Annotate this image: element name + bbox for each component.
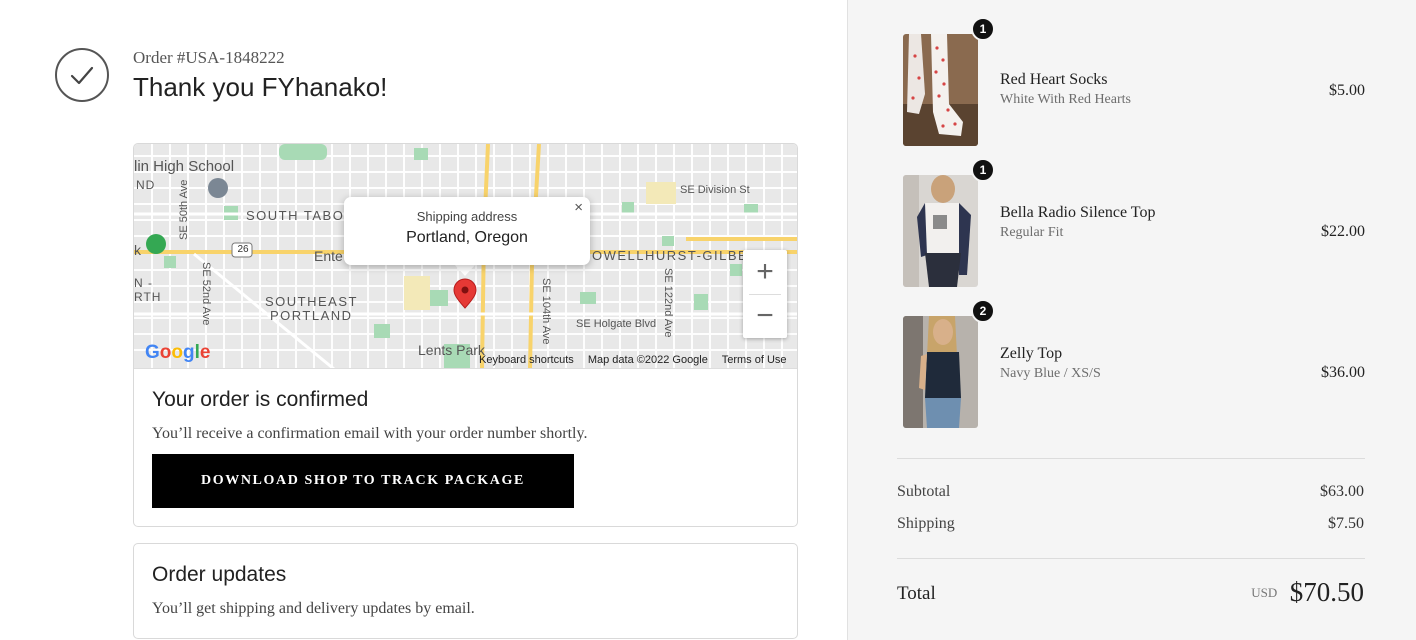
map-label-portland: PORTLAND bbox=[270, 308, 353, 323]
item-variant: Navy Blue / XS/S bbox=[1000, 366, 1101, 381]
popup-address: Portland, Oregon bbox=[406, 229, 528, 246]
subtotal-label: Subtotal bbox=[897, 483, 951, 500]
map-label-nd: ND bbox=[136, 178, 156, 192]
confirmed-title: Your order is confirmed bbox=[152, 388, 369, 411]
product-image bbox=[903, 175, 978, 287]
map-label-south-tabor: SOUTH TABO bbox=[246, 208, 345, 223]
total-value: $70.50 bbox=[1289, 577, 1364, 607]
map-label-k: k bbox=[134, 242, 141, 258]
item-name: Zelly Top bbox=[1000, 345, 1063, 362]
zoom-out-button[interactable]: − bbox=[743, 294, 787, 338]
total-divider bbox=[897, 558, 1365, 559]
quantity-badge: 1 bbox=[971, 17, 995, 41]
map-label-rth: RTH bbox=[134, 290, 162, 304]
map-label-lents-park: Lents Park bbox=[418, 342, 485, 358]
summary-divider bbox=[897, 458, 1365, 459]
order-status-panel: Order #USA-1848222 Thank you FYhanako! l… bbox=[0, 0, 847, 640]
popup-arrow bbox=[454, 264, 476, 276]
terms-of-use-link[interactable]: Terms of Use bbox=[722, 354, 787, 366]
item-price: $36.00 bbox=[1321, 364, 1365, 381]
product-image bbox=[903, 34, 978, 146]
shipping-label: Shipping bbox=[897, 515, 955, 532]
list-item: 1 Bella Radio Silence Top Regular Fit $2… bbox=[903, 158, 1365, 287]
order-summary-panel: 1 Red Heart Socks White With Red Hearts … bbox=[847, 0, 1416, 640]
list-item: 1 Red Heart Socks White With Red Hearts … bbox=[903, 17, 1365, 146]
map-label-se52: SE 52nd Ave bbox=[200, 262, 212, 326]
zoom-divider bbox=[749, 294, 781, 295]
shipping-address-popup: Shipping address Portland, Oregon × bbox=[344, 197, 590, 265]
total-amount: USD $70.50 bbox=[1251, 577, 1364, 608]
shipping-value: $7.50 bbox=[1328, 515, 1364, 532]
map-label-powellhurst: OWELLHURST-GILBEI bbox=[592, 248, 754, 263]
item-name: Red Heart Socks bbox=[1000, 71, 1108, 88]
order-number: Order #USA-1848222 bbox=[133, 48, 285, 67]
map-label-ente: Ente bbox=[314, 248, 343, 264]
product-image bbox=[903, 316, 978, 428]
thank-you-heading: Thank you FYhanako! bbox=[133, 72, 388, 102]
park-poi-icon bbox=[146, 234, 166, 254]
check-circle-icon bbox=[55, 48, 109, 102]
subtotal-value: $63.00 bbox=[1320, 483, 1364, 500]
total-label: Total bbox=[897, 583, 936, 604]
quantity-badge: 2 bbox=[971, 299, 995, 323]
updates-title: Order updates bbox=[152, 563, 287, 586]
item-price: $22.00 bbox=[1321, 223, 1365, 240]
download-shop-button[interactable]: DOWNLOAD SHOP TO TRACK PACKAGE bbox=[152, 454, 574, 508]
map-label-southeast: SOUTHEAST bbox=[265, 294, 358, 309]
item-variant: Regular Fit bbox=[1000, 225, 1064, 240]
order-updates-card: Order updates You’ll get shipping and de… bbox=[133, 543, 798, 639]
close-icon[interactable]: × bbox=[574, 199, 583, 216]
updates-body: You’ll get shipping and delivery updates… bbox=[152, 600, 475, 617]
map-label-se104: SE 104th Ave bbox=[540, 278, 552, 345]
item-price: $5.00 bbox=[1329, 82, 1365, 99]
google-logo: Google bbox=[145, 342, 211, 363]
map-label-se50: SE 50th Ave bbox=[178, 179, 190, 240]
order-confirmed-card: lin High School ND SOUTH TABO SE Divisio… bbox=[133, 143, 798, 527]
map-data-text: Map data ©2022 Google bbox=[587, 354, 708, 366]
school-icon bbox=[208, 178, 228, 198]
item-name: Bella Radio Silence Top bbox=[1000, 204, 1156, 221]
currency-code: USD bbox=[1251, 585, 1278, 600]
zoom-in-button[interactable]: + bbox=[743, 250, 787, 294]
item-variant: White With Red Hearts bbox=[1000, 92, 1131, 107]
zoom-controls: + − bbox=[743, 250, 787, 338]
map-label-n: N - bbox=[134, 276, 153, 290]
map-label-se-holgate: SE Holgate Blvd bbox=[576, 318, 657, 330]
map-label-school: lin High School bbox=[134, 158, 235, 175]
map-label-se-division: SE Division St bbox=[680, 184, 750, 196]
map-label-se122: SE 122nd Ave bbox=[662, 268, 674, 338]
list-item: 2 Zelly Top Navy Blue / XS/S $36.00 bbox=[903, 299, 1365, 428]
quantity-badge: 1 bbox=[971, 158, 995, 182]
confirmed-body: You’ll receive a confirmation email with… bbox=[152, 425, 588, 442]
route-number: 26 bbox=[237, 244, 249, 255]
popup-label: Shipping address bbox=[416, 209, 518, 224]
keyboard-shortcuts-link[interactable]: Keyboard shortcuts bbox=[479, 354, 574, 366]
map-attribution: Keyboard shortcuts Map data ©2022 Google… bbox=[479, 354, 797, 366]
shipping-map[interactable]: lin High School ND SOUTH TABO SE Divisio… bbox=[134, 144, 797, 369]
